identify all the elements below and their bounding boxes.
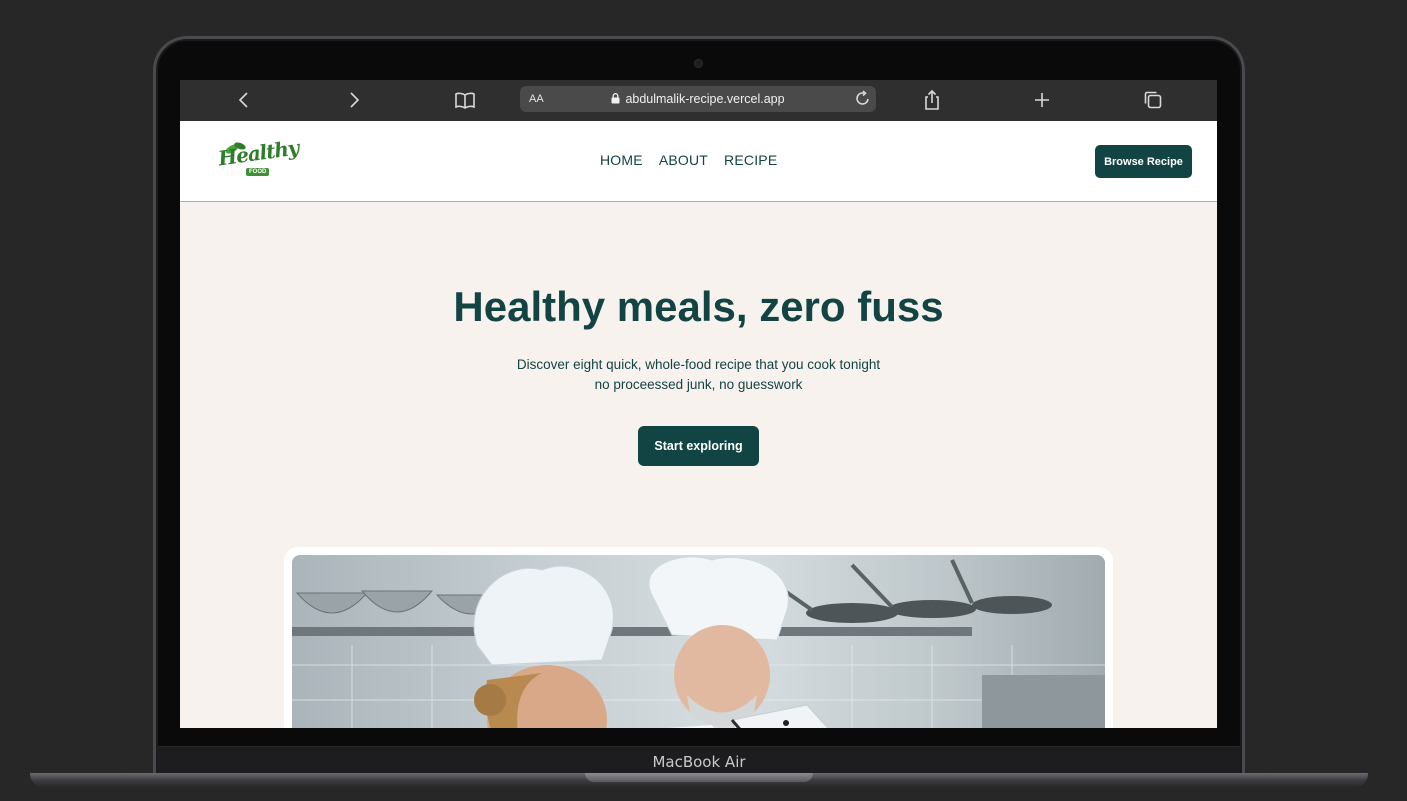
forward-button[interactable]: [341, 88, 367, 112]
device-label: MacBook Air: [652, 753, 746, 771]
laptop-chin: MacBook Air: [158, 746, 1240, 774]
lock-icon: [611, 93, 620, 104]
url-text: abdulmalik-recipe.vercel.app: [625, 92, 785, 106]
new-tab-button[interactable]: [1029, 88, 1055, 112]
new-tab-icon: [1035, 93, 1049, 107]
main-nav: HOME ABOUT RECIPE: [600, 152, 777, 168]
laptop-hinge-notch: [585, 773, 813, 782]
reload-icon[interactable]: [855, 90, 871, 107]
nav-recipe[interactable]: RECIPE: [724, 152, 777, 168]
tabs-overview-button[interactable]: [1140, 88, 1166, 112]
start-exploring-button[interactable]: Start exploring: [638, 426, 759, 466]
tabs-icon: [1144, 91, 1162, 109]
bookmarks-button[interactable]: [452, 88, 478, 112]
bookmarks-icon: [455, 92, 475, 109]
forward-icon: [350, 92, 360, 108]
back-button[interactable]: [231, 88, 257, 112]
browser-toolbar: AA abdulmalik-recipe.vercel.app: [180, 80, 1217, 121]
chefs-kitchen-photo: [292, 555, 1105, 728]
nav-home[interactable]: HOME: [600, 152, 643, 168]
share-button[interactable]: [919, 88, 945, 112]
address-bar[interactable]: AA abdulmalik-recipe.vercel.app: [520, 86, 876, 112]
nav-about[interactable]: ABOUT: [659, 152, 708, 168]
hero-title: Healthy meals, zero fuss: [453, 283, 944, 330]
screen: AA abdulmalik-recipe.vercel.app Healthy …: [180, 80, 1217, 728]
hero-subtitle-line-1: Discover eight quick, whole-food recipe …: [516, 357, 881, 372]
webcam: [695, 60, 702, 67]
hero-image-card: [284, 547, 1113, 728]
site-header: Healthy FOOD HOME ABOUT RECIPE Browse Re…: [180, 121, 1217, 202]
hero-subtitle-line-2: no proceessed junk, no guesswork: [594, 377, 803, 392]
back-icon: [238, 92, 248, 108]
browse-recipe-button[interactable]: Browse Recipe: [1095, 145, 1192, 178]
site-logo[interactable]: Healthy FOOD: [210, 136, 300, 183]
url-display[interactable]: abdulmalik-recipe.vercel.app: [520, 92, 876, 106]
share-icon: [925, 89, 939, 110]
hero-subtitle: Discover eight quick, whole-food recipe …: [180, 355, 1217, 395]
logo-subtext: FOOD: [246, 168, 270, 176]
